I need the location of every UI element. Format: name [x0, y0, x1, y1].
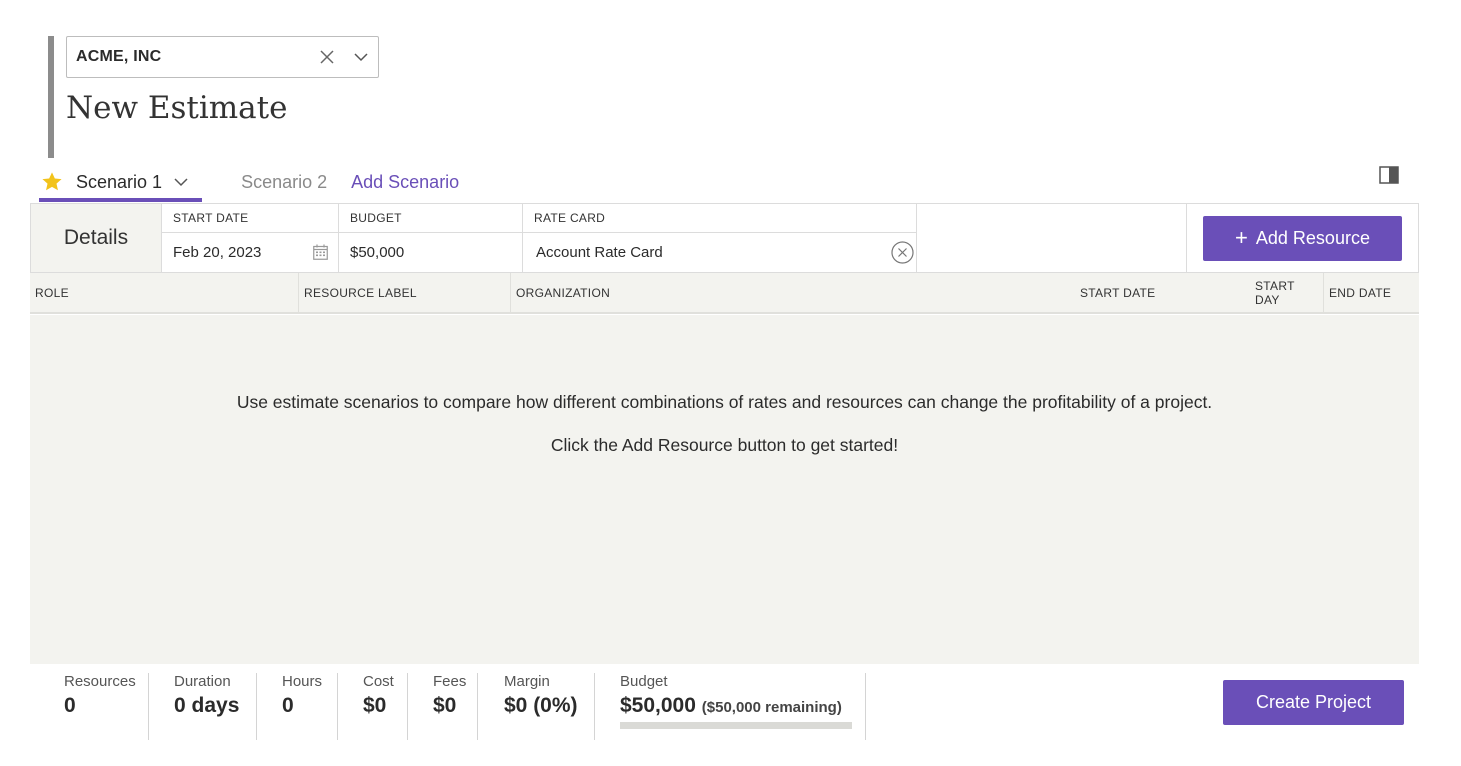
chevron-down-icon[interactable] [174, 177, 188, 187]
client-select-value: ACME, INC [76, 48, 162, 65]
budget-field: BUDGET $50,000 [339, 204, 523, 272]
stat-resources-value: 0 [64, 694, 76, 717]
stat-margin-label: Margin [504, 673, 550, 690]
budget-label: BUDGET [339, 204, 522, 233]
add-resource-button[interactable]: + Add Resource [1203, 215, 1402, 261]
column-header-start-date[interactable]: START DATE [1075, 273, 1250, 312]
divider [594, 673, 595, 740]
summary-footer: Resources 0 Duration 0 days Hours 0 Cost… [30, 664, 1419, 744]
stat-budget-remaining: ($50,000 remaining) [701, 699, 842, 716]
stat-fees: Fees $0 [433, 673, 466, 739]
tab-scenario-2[interactable]: Scenario 2 [241, 162, 327, 202]
budget-progress-bar [620, 722, 852, 729]
column-header-start-day[interactable]: START DAY [1250, 273, 1324, 312]
divider [337, 673, 338, 740]
budget-input[interactable]: $50,000 [339, 233, 522, 272]
page-title: New Estimate [66, 90, 288, 126]
stat-budget-value: $50,000 [620, 694, 696, 717]
stat-duration-label: Duration [174, 673, 231, 690]
stat-duration-value: 0 days [174, 694, 240, 717]
stat-hours: Hours 0 [282, 673, 322, 739]
stat-margin-value: $0 (0%) [504, 694, 578, 717]
rate-card-select[interactable]: Account Rate Card [523, 233, 916, 272]
close-icon[interactable] [310, 50, 344, 64]
stat-cost-value: $0 [363, 694, 387, 717]
resource-grid-header: ROLE RESOURCE LABEL ORGANIZATION START D… [30, 273, 1419, 314]
start-date-input[interactable]: Feb 20, 2023 [162, 233, 338, 272]
stat-margin: Margin $0 (0%) [504, 673, 578, 739]
clear-circle-icon[interactable] [891, 241, 914, 264]
panel-toggle-icon[interactable] [1379, 166, 1399, 184]
start-date-value: Feb 20, 2023 [173, 244, 262, 261]
start-date-label: START DATE [162, 204, 338, 233]
empty-state: Use estimate scenarios to compare how di… [30, 315, 1419, 664]
rate-card-field: RATE CARD Account Rate Card [523, 204, 917, 272]
stat-budget-value-row: $50,000 ($50,000 remaining) [620, 694, 852, 718]
chevron-down-icon[interactable] [344, 52, 378, 62]
stat-cost: Cost $0 [363, 673, 394, 739]
stat-hours-label: Hours [282, 673, 323, 690]
add-resource-label: Add Resource [1255, 227, 1370, 248]
divider [477, 673, 478, 740]
stat-budget: Budget $50,000 ($50,000 remaining) [620, 673, 852, 739]
stat-cost-label: Cost [363, 673, 394, 690]
calendar-icon[interactable] [313, 244, 328, 260]
header-accent-bar [48, 36, 54, 158]
stat-hours-value: 0 [282, 694, 294, 717]
details-bar: Details START DATE Feb 20, 2023 BUDGET $… [30, 203, 1419, 273]
client-select[interactable]: ACME, INC [66, 36, 379, 78]
column-header-end-date[interactable]: END DATE [1324, 273, 1419, 312]
create-project-button[interactable]: Create Project [1223, 680, 1404, 725]
empty-state-hint: Click the Add Resource button to get sta… [550, 435, 899, 455]
divider [148, 673, 149, 740]
scenario-tabs: Scenario 1 Scenario 2 Add Scenario [39, 162, 459, 202]
column-header-organization[interactable]: ORGANIZATION [511, 273, 1075, 312]
star-icon[interactable] [41, 171, 63, 193]
details-label: Details [31, 204, 162, 272]
tab-scenario-1-label: Scenario 1 [76, 171, 163, 192]
column-header-resource-label[interactable]: RESOURCE LABEL [299, 273, 511, 312]
divider [865, 673, 866, 740]
tab-scenario-1[interactable]: Scenario 1 [39, 162, 203, 202]
empty-state-description: Use estimate scenarios to compare how di… [236, 392, 1213, 412]
column-header-role[interactable]: ROLE [30, 273, 299, 312]
stat-duration: Duration 0 days [174, 673, 239, 739]
add-scenario-link[interactable]: Add Scenario [351, 162, 459, 202]
start-date-field: START DATE Feb 20, 2023 [162, 204, 339, 272]
stat-budget-label: Budget [620, 673, 668, 690]
rate-card-label: RATE CARD [523, 204, 916, 233]
plus-icon: + [1235, 225, 1248, 250]
stat-fees-label: Fees [433, 673, 467, 690]
stat-resources: Resources 0 [64, 673, 136, 739]
stat-fees-value: $0 [433, 694, 457, 717]
divider [256, 673, 257, 740]
details-action-cell: + Add Resource [1187, 204, 1418, 272]
rate-card-value: Account Rate Card [536, 244, 663, 261]
details-spacer [917, 204, 1187, 272]
divider [407, 673, 408, 740]
stat-resources-label: Resources [64, 673, 136, 690]
